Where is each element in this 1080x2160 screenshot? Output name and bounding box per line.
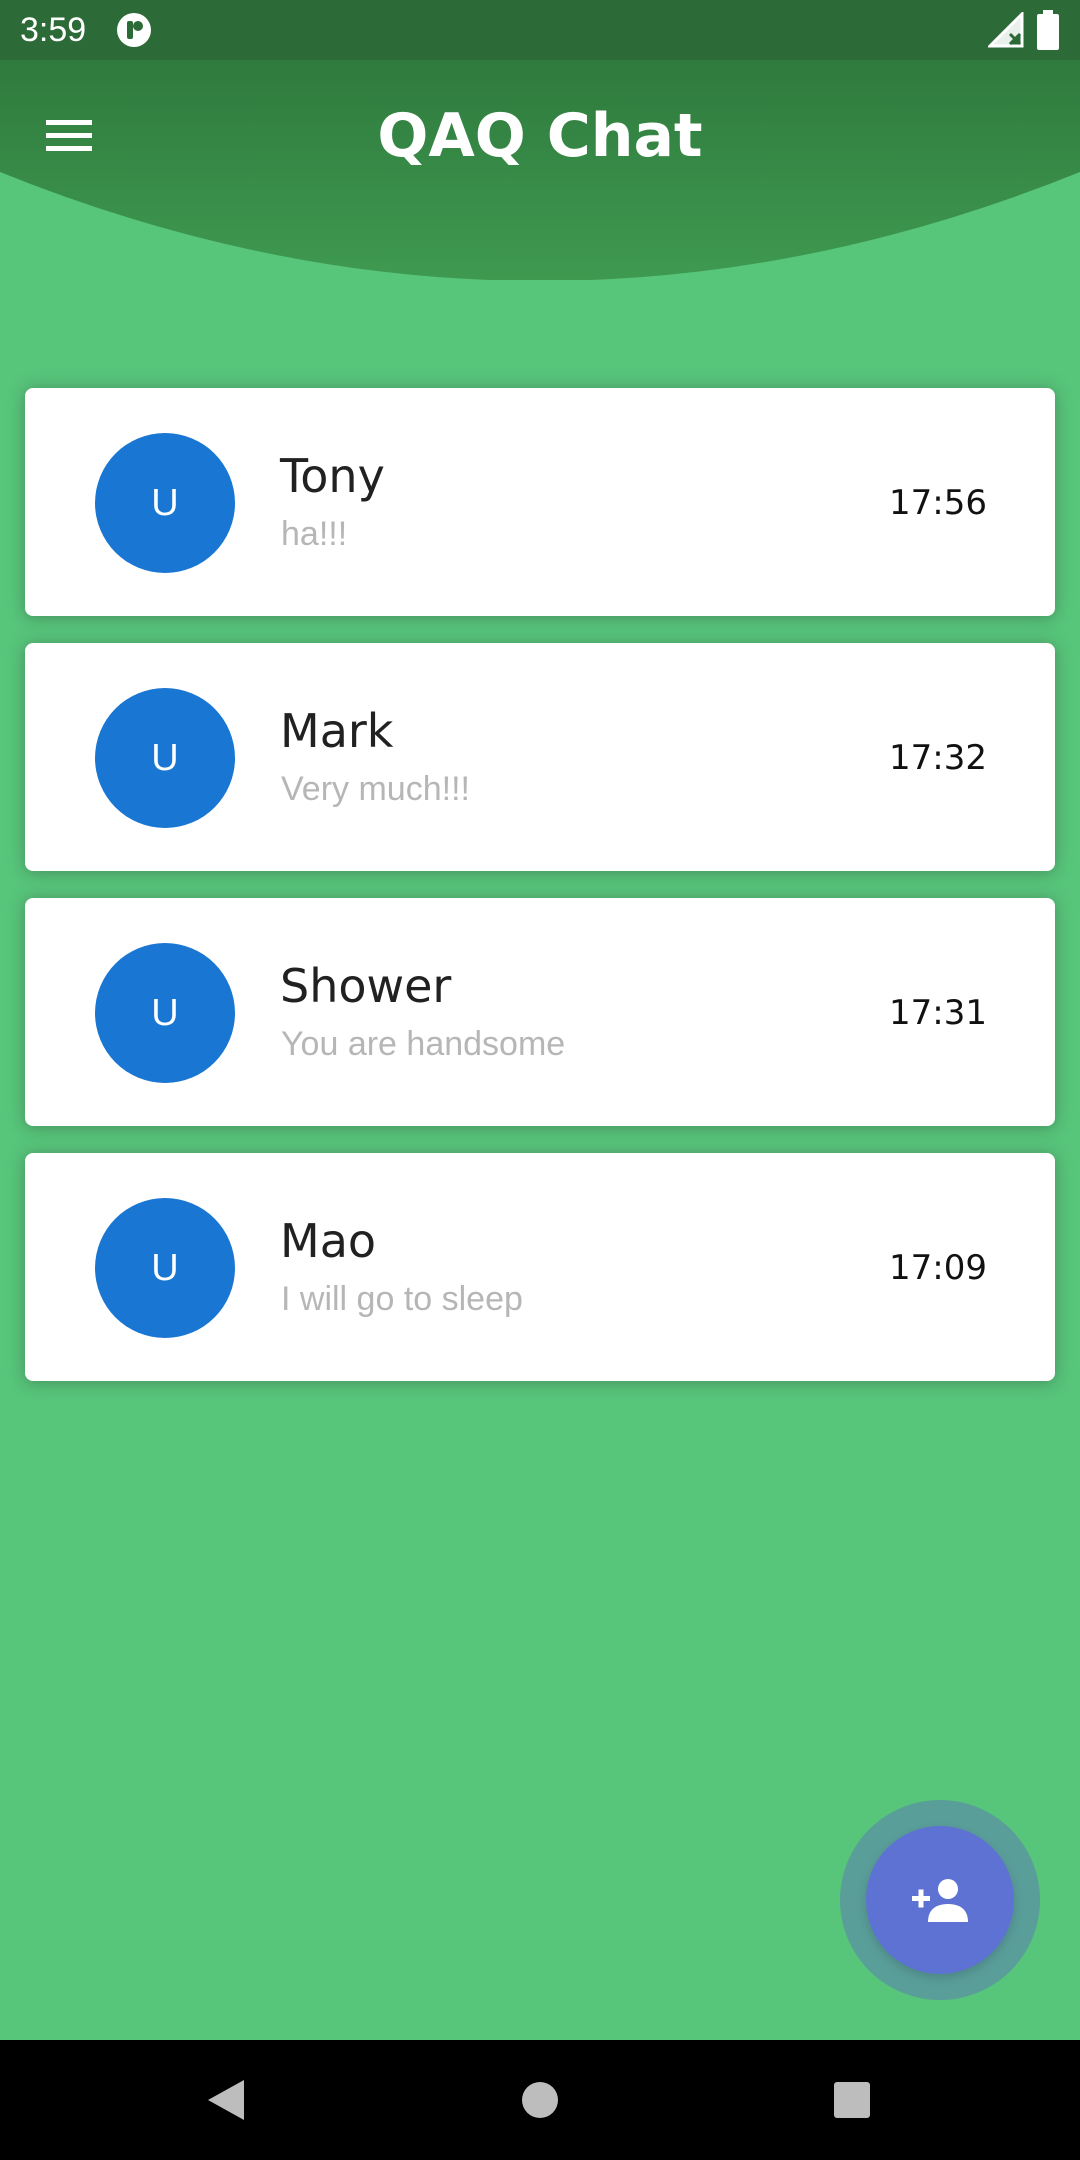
chat-item-tony[interactable]: U Tony ha!!! 17:56 [25,388,1055,616]
chat-name: Mark [280,704,394,758]
chat-preview: I will go to sleep [281,1280,523,1318]
app-title: QAQ Chat [377,101,703,171]
chat-item-mao[interactable]: U Mao I will go to sleep 17:09 [25,1153,1055,1381]
chat-preview: You are handsome [281,1025,566,1063]
chat-time: 17:31 [889,993,987,1033]
home-icon [522,2082,558,2118]
recents-icon [834,2082,870,2118]
chat-name: Tony [280,449,385,503]
nav-home-button[interactable] [510,2070,570,2130]
status-bar: 3:59 [0,0,1080,60]
chat-name: Mao [280,1214,377,1268]
chat-time: 17:56 [889,483,987,523]
app-notification-icon [117,13,151,47]
back-icon [208,2080,244,2120]
nav-recents-button[interactable] [822,2070,882,2130]
add-contact-button[interactable] [866,1826,1014,1974]
system-nav-bar [0,2040,1080,2160]
avatar: U [95,433,235,573]
signal-off-icon [988,12,1024,48]
nav-back-button[interactable] [196,2070,256,2130]
chat-time: 17:09 [889,1248,987,1288]
avatar: U [95,1198,235,1338]
chat-time: 17:32 [889,738,987,778]
chat-item-shower[interactable]: U Shower You are handsome 17:31 [25,898,1055,1126]
chat-preview: Very much!!! [281,770,470,808]
avatar: U [95,943,235,1083]
chat-preview: ha!!! [281,515,348,553]
battery-icon [1037,10,1059,50]
chat-name: Shower [280,959,452,1013]
avatar: U [95,688,235,828]
add-person-icon [912,1879,968,1922]
chat-list: U Tony ha!!! 17:56 U Mark Very much!!! 1… [25,388,1055,1408]
chat-item-mark[interactable]: U Mark Very much!!! 17:32 [25,643,1055,871]
app-bar: QAQ Chat [0,60,1080,280]
status-time: 3:59 [20,11,87,49]
